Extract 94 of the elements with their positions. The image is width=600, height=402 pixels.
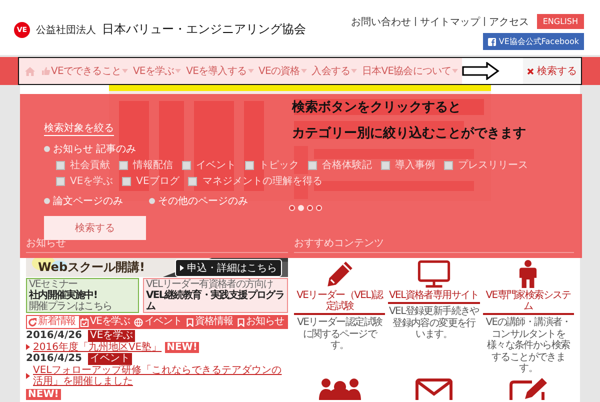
checkbox[interactable] bbox=[119, 160, 128, 170]
org-name: 日本バリュー・エンジニアリング協会 bbox=[102, 21, 306, 38]
promo-note: 開催プランはこちら bbox=[29, 301, 112, 312]
calendar-icon bbox=[80, 318, 89, 326]
english-button[interactable]: ENGLISH bbox=[536, 14, 584, 29]
content-link[interactable]: VE専門家検索システム bbox=[482, 290, 574, 315]
hint-text: カテゴリー別に絞り込むことができます bbox=[292, 124, 526, 142]
radio-button[interactable] bbox=[44, 198, 50, 204]
nav-item[interactable]: 日本VE協会について bbox=[362, 64, 458, 78]
category-tag: VEを学ぶ bbox=[88, 330, 136, 342]
content-link[interactable]: VEリーダー（VEL)認定試験 bbox=[294, 290, 386, 315]
checkbox[interactable] bbox=[188, 176, 198, 186]
category-checkbox[interactable]: VEを学ぶ bbox=[56, 174, 114, 188]
new-badge: NEW! bbox=[26, 388, 61, 400]
caret-icon bbox=[452, 69, 458, 73]
news-tab[interactable]: 新着情報 bbox=[27, 316, 79, 328]
group-icon[interactable] bbox=[318, 378, 362, 400]
play-icon bbox=[180, 264, 184, 270]
header-link[interactable]: お問い合わせ bbox=[350, 14, 411, 28]
checkbox[interactable] bbox=[56, 176, 65, 186]
search-toggle[interactable]: 検索する bbox=[523, 58, 581, 84]
hint-text: 検索ボタンをクリックすると bbox=[292, 98, 462, 116]
banner-title: Webスクール開講! bbox=[38, 259, 146, 276]
org-type: 公益社団法人 bbox=[36, 24, 96, 36]
content-description: VEの講師・講演者・コンサルタントを様々な条件から検索することができます。 bbox=[484, 317, 572, 374]
content-description: VEリーダー認定試験に関するページです。 bbox=[296, 317, 384, 352]
checkbox[interactable] bbox=[308, 160, 317, 170]
nav-item[interactable]: VEの資格 bbox=[258, 64, 307, 78]
category-checkbox[interactable]: イベント bbox=[182, 158, 236, 172]
header-link[interactable]: サイトマップ bbox=[420, 14, 480, 28]
home-icon[interactable] bbox=[25, 66, 35, 76]
thumbs-up-icon bbox=[42, 67, 50, 75]
caret-icon bbox=[175, 69, 182, 73]
caret-icon bbox=[300, 69, 307, 73]
bookmark-icon bbox=[186, 318, 194, 326]
category-checkbox[interactable]: 社会貢献 bbox=[56, 158, 110, 172]
news-tab[interactable]: VEを学ぶ bbox=[78, 316, 134, 328]
details-button[interactable]: 申込・詳細はこちら bbox=[175, 258, 282, 276]
caret-icon bbox=[351, 69, 358, 73]
news-date: 2016/4/25 bbox=[26, 353, 82, 364]
nav-item[interactable]: VEでできること bbox=[42, 64, 128, 78]
globe-icon bbox=[134, 318, 144, 326]
bullet-icon bbox=[26, 373, 30, 379]
facebook-button[interactable]: VE協会公式Facebook bbox=[482, 33, 584, 50]
content-description: VEL登録更新手続きや登録内容の変更を行います。 bbox=[388, 306, 480, 340]
promo-banner[interactable]: VEセミナー 社内開催実施中! 開催プランはこちら bbox=[26, 278, 139, 313]
web-school-banner[interactable]: Webスクール開講! 申込・詳細はこちら bbox=[26, 258, 288, 277]
facebook-icon bbox=[488, 38, 496, 46]
category-checkbox[interactable]: 情報配信 bbox=[119, 158, 173, 172]
bullet-icon bbox=[26, 344, 30, 350]
filter-heading: 検索対象を絞る bbox=[44, 121, 114, 136]
news-date: 2016/4/26 bbox=[26, 330, 82, 342]
search-button[interactable]: 検索する bbox=[44, 216, 146, 240]
nav-item[interactable]: VEを導入する bbox=[186, 64, 254, 78]
header-link[interactable]: アクセス bbox=[488, 14, 529, 28]
close-icon bbox=[527, 68, 534, 74]
radio-option[interactable]: その他のページのみ bbox=[149, 194, 248, 208]
radio-option[interactable]: お知らせ 記事のみ bbox=[44, 142, 582, 156]
bookmark-icon bbox=[237, 318, 246, 326]
checkbox[interactable] bbox=[381, 160, 390, 170]
checkbox[interactable] bbox=[182, 160, 191, 170]
news-link[interactable]: 2016年度「九州地区VE塾」 bbox=[33, 342, 162, 353]
caret-icon bbox=[248, 69, 254, 73]
category-checkbox[interactable]: トピック bbox=[245, 158, 299, 172]
promo-title: VEL継続教育・実践支援プログラム bbox=[146, 290, 285, 312]
promo-kicker: VEセミナー bbox=[29, 279, 78, 290]
nav-item[interactable]: VEを学ぶ bbox=[132, 64, 182, 78]
nav-item[interactable]: 入会する bbox=[312, 64, 358, 78]
radio-option[interactable]: 論文ページのみ bbox=[44, 194, 123, 208]
content-link[interactable]: VEL資格者専用サイト bbox=[388, 290, 480, 304]
category-tag: イベント bbox=[88, 353, 132, 364]
checkbox[interactable] bbox=[444, 160, 453, 170]
promo-banner[interactable]: VELリーダー有資格者の方向け VEL継続教育・実践支援プログラム bbox=[142, 278, 288, 313]
news-link[interactable]: VELフォローアップ研修「これならできるテアダウンの活用」を開催しました bbox=[33, 364, 285, 388]
checkbox[interactable] bbox=[245, 160, 254, 170]
news-tab[interactable]: イベント bbox=[133, 316, 186, 328]
edit-icon[interactable] bbox=[508, 378, 548, 400]
radio-button[interactable] bbox=[44, 146, 50, 152]
new-badge: NEW! bbox=[164, 342, 200, 353]
promo-title: 社内開催実施中! bbox=[29, 290, 98, 301]
news-tab[interactable]: お知らせ bbox=[236, 316, 288, 328]
category-checkbox[interactable]: VEブログ bbox=[122, 174, 180, 188]
promo-kicker: VELリーダー有資格者の方向け bbox=[146, 279, 273, 290]
category-checkbox[interactable]: 合格体験記 bbox=[308, 158, 372, 172]
category-checkbox[interactable]: プレスリリース bbox=[444, 158, 528, 172]
news-tab[interactable]: 資格情報 bbox=[185, 316, 236, 328]
category-checkbox[interactable]: マネジメントの理解を得る bbox=[188, 174, 322, 188]
category-checkbox[interactable]: 導入事例 bbox=[381, 158, 435, 172]
caret-icon bbox=[122, 69, 128, 73]
radio-button[interactable] bbox=[149, 198, 155, 204]
envelope-icon[interactable] bbox=[414, 378, 454, 400]
checkbox[interactable] bbox=[56, 160, 65, 170]
checkbox[interactable] bbox=[122, 176, 132, 186]
arrow-icon bbox=[462, 62, 500, 80]
